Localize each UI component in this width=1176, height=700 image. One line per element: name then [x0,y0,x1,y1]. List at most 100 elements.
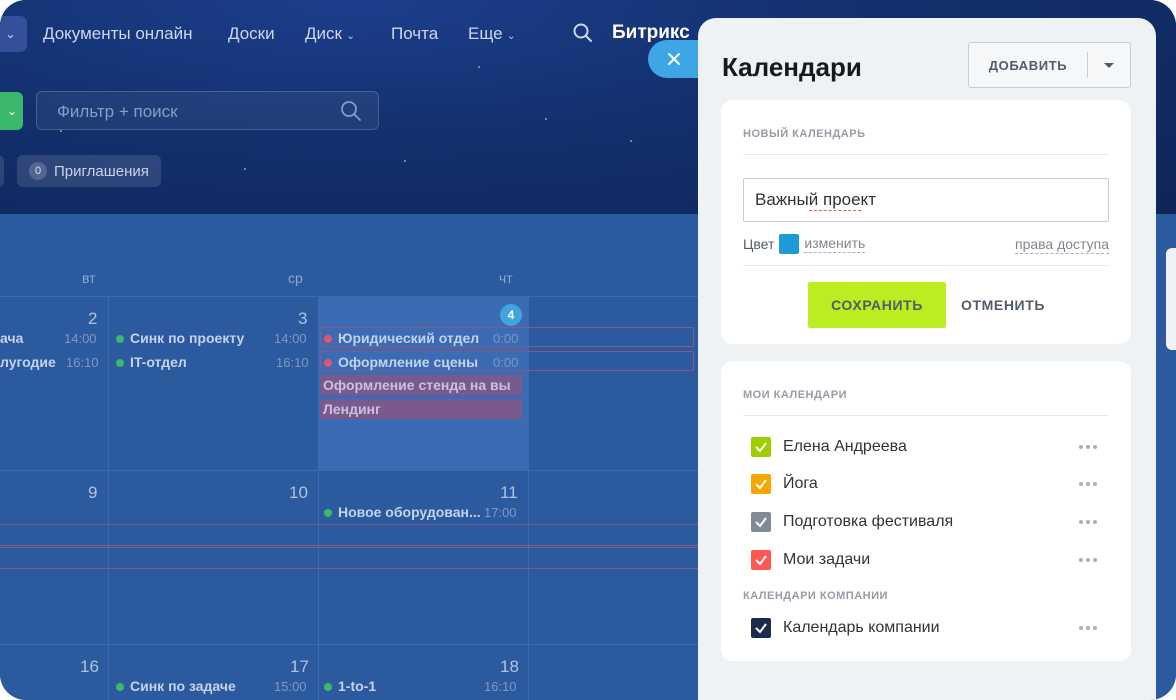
more-icon[interactable] [1079,445,1099,449]
menu-chip[interactable]: ⌄ [0,16,27,52]
event-title: Новое оборудован... [338,504,481,520]
color-swatch[interactable] [779,234,800,254]
checkbox-checked-icon[interactable] [751,512,771,532]
search-icon[interactable] [572,22,594,44]
day-number[interactable]: 17 [290,657,309,677]
calendar-event[interactable]: Юридический отдел [324,330,479,346]
weekday-tue: вт [82,270,96,286]
checkbox-checked-icon[interactable] [751,550,771,570]
more-icon[interactable] [1079,558,1099,562]
event-time: 16:10 [66,355,99,370]
save-button[interactable]: СОХРАНИТЬ [808,282,946,328]
nav-label-disk: Диск [305,24,342,43]
invitations-pill[interactable]: 0 Приглашения [17,155,161,187]
calendar-name-input[interactable] [743,178,1109,222]
calendar-event[interactable]: Лендинг [320,399,522,419]
event-dot [116,683,124,691]
chevron-down-icon: ⌄ [506,30,516,42]
filter-search-input[interactable]: Фильтр + поиск [36,91,379,130]
day-number[interactable]: 16 [80,657,99,677]
event-time: 0:00 [493,331,519,346]
filter-placeholder: Фильтр + поиск [57,102,178,121]
grid-divider [0,644,700,645]
more-icon[interactable] [1079,520,1099,524]
event-dot [324,683,332,691]
calendar-event[interactable]: лугодие [0,354,56,370]
event-time: 16:10 [276,355,309,370]
event-multiday-bar[interactable] [0,524,700,546]
calendar-item-tasks[interactable]: Мои задачи [751,550,870,570]
event-dot [116,359,124,367]
divider [743,415,1109,416]
my-calendars-header: МОИ КАЛЕНДАРИ [743,389,847,401]
day-number[interactable]: 10 [289,483,308,503]
more-icon[interactable] [1079,482,1099,486]
day-number[interactable]: 11 [500,483,518,503]
access-rights-link[interactable]: права доступа [1014,236,1109,254]
event-dot [324,509,332,517]
my-calendars-card: МОИ КАЛЕНДАРИ Елена Андреева Йога Подгот… [721,361,1131,661]
grid-divider [0,296,700,297]
checkbox-checked-icon[interactable] [751,437,771,457]
calendar-item-yoga[interactable]: Йога [751,474,818,494]
divider [743,154,1109,155]
event-dot [324,335,332,343]
calendar-label: Йога [783,475,818,492]
weekday-thu: чт [499,270,513,286]
calendar-event[interactable]: Синк по проекту [116,330,244,346]
day-number[interactable]: 2 [88,309,97,329]
cancel-button[interactable]: ОТМЕНИТЬ [961,297,1045,313]
day-number[interactable]: 18 [500,657,519,677]
grid-divider [108,296,109,700]
search-icon[interactable] [340,100,362,122]
change-color-link[interactable]: изменить [804,235,866,253]
calendar-event[interactable]: Оформление сцены [324,354,478,370]
calendar-item-elena[interactable]: Елена Андреева [751,437,907,457]
nav-item-boards[interactable]: Доски [228,24,275,44]
chevron-down-icon: ⌄ [345,30,356,42]
more-icon[interactable] [1079,626,1099,630]
panel-title: Календари [722,52,862,82]
new-calendar-card: НОВЫЙ КАЛЕНДАРЬ Цвет изменить права дост… [721,100,1131,344]
grid-divider [0,470,700,471]
day-number[interactable]: 9 [88,483,97,503]
calendar-event[interactable]: Синк по задаче [116,678,236,694]
nav-item-mail[interactable]: Почта [391,24,438,44]
nav-item-documents[interactable]: Документы онлайн [43,24,192,44]
calendar-item-company[interactable]: Календарь компании [751,618,940,638]
create-button[interactable]: ⌄ [0,92,23,130]
today-badge[interactable]: 4 [500,304,522,326]
caret-down-icon [1104,62,1114,68]
invitations-count: 0 [29,162,47,180]
add-dropdown-toggle[interactable] [1088,62,1130,68]
day-number[interactable]: 3 [298,309,307,329]
checkbox-checked-icon[interactable] [751,618,771,638]
event-title: Синк по проекту [130,330,245,346]
company-calendars-header: КАЛЕНДАРИ КОМПАНИИ [743,590,888,602]
grid-divider [318,296,319,700]
nav-item-more[interactable]: Еще ⌄ [468,24,516,44]
event-time: 14:00 [274,331,307,346]
counter-pill[interactable] [0,155,4,187]
event-dot [116,335,124,343]
checkbox-checked-icon[interactable] [751,474,771,494]
nav-item-disk[interactable]: Диск ⌄ [305,24,355,44]
event-title: IT-отдел [130,354,187,370]
add-button-label: ДОБАВИТЬ [988,57,1068,73]
add-calendar-button[interactable]: ДОБАВИТЬ [968,42,1131,88]
event-time: 17:00 [484,505,517,520]
edge-tab[interactable] [1166,248,1176,350]
event-dot [324,359,332,367]
calendar-event[interactable]: IT-отдел [116,354,187,370]
calendar-label: Подготовка фестиваля [783,513,954,530]
calendar-event[interactable]: Оформление стенда на вы [320,375,522,395]
event-title: Юридический отдел [338,330,480,346]
event-title: Оформление сцены [338,354,479,370]
calendar-item-festival[interactable]: Подготовка фестиваля [751,512,953,532]
event-multiday-bar[interactable] [0,547,700,569]
calendar-event[interactable]: 1-to-1 [324,678,376,694]
calendar-event[interactable]: ача [0,330,23,346]
calendars-panel: Календари ДОБАВИТЬ НОВЫЙ КАЛЕНДАРЬ Цвет … [698,18,1156,700]
close-icon [668,53,680,65]
calendar-event[interactable]: Новое оборудован... [324,504,481,520]
